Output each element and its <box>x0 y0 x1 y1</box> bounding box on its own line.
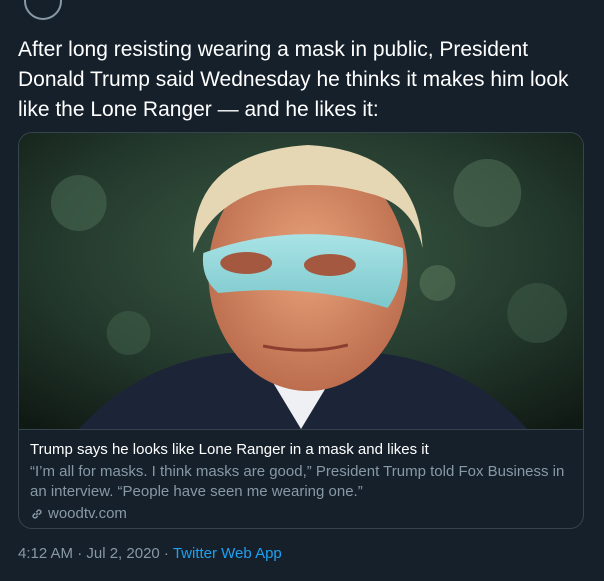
card-source[interactable]: woodtv.com <box>30 504 572 524</box>
tweet-meta: 4:12 AM · Jul 2, 2020 · Twitter Web App <box>18 545 282 562</box>
card-image <box>19 133 583 430</box>
link-card[interactable]: Trump says he looks like Lone Ranger in … <box>18 132 584 529</box>
avatar[interactable] <box>24 0 62 20</box>
card-source-label: woodtv.com <box>48 505 127 522</box>
timestamp[interactable]: 4:12 AM · Jul 2, 2020 · <box>18 545 173 562</box>
source-app-link[interactable]: Twitter Web App <box>173 545 282 562</box>
card-description: “I’m all for masks. I think masks are go… <box>30 463 565 500</box>
card-title: Trump says he looks like Lone Ranger in … <box>30 441 429 458</box>
link-icon <box>32 509 42 519</box>
tweet-text: After long resisting wearing a mask in p… <box>18 38 569 121</box>
